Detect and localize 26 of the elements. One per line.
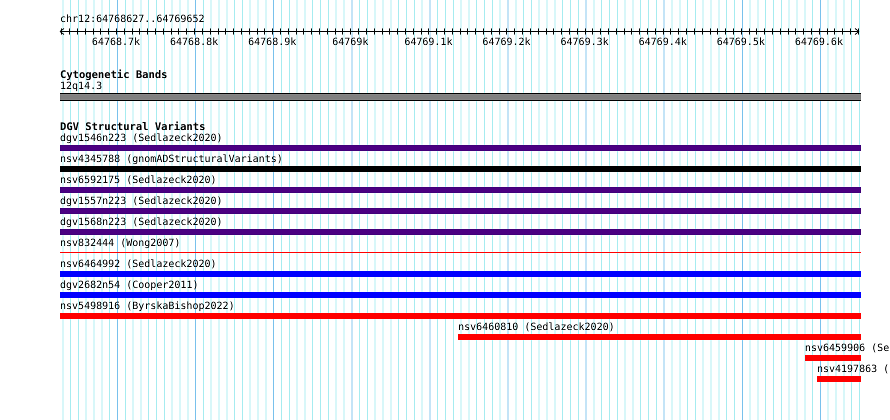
feature-label: nsv6459906 (Se: [804, 343, 890, 355]
feature-label: nsv6460810 (Sedlazeck2020): [458, 322, 615, 334]
tick-label: 64769.4k: [638, 37, 687, 48]
tick-label: 64768.9k: [248, 37, 296, 48]
feature-label: nsv6464992 (Sedlazeck2020): [60, 259, 217, 271]
tick-label: 64769.1k: [404, 37, 452, 48]
feature-label: 12q14.3: [60, 81, 102, 93]
feature-label: dgv1546n223 (Sedlazeck2020): [60, 133, 223, 145]
feature-label: nsv5498916 (ByrskaBishop2022): [60, 301, 235, 313]
tick-label: 64769.5k: [716, 37, 765, 48]
tick-label: 64769.3k: [560, 37, 609, 48]
feature-label: nsv6592175 (Sedlazeck2020): [60, 175, 217, 187]
track-title: Cytogenetic Bands: [60, 69, 168, 81]
feature-label: dgv2682n54 (Cooper2011): [60, 280, 198, 292]
feature-label: dgv1557n223 (Sedlazeck2020): [60, 196, 223, 208]
location-label: chr12:64768627..64769652: [60, 14, 204, 26]
tick-label: 64768.8k: [170, 37, 218, 48]
feature-label: nsv832444 (Wong2007): [60, 238, 180, 250]
tick-label: 64769k: [332, 37, 368, 48]
feature-label: nsv4345788 (gnomADStructuralVariants): [60, 154, 283, 166]
tick-label: 64769.6k: [794, 37, 843, 48]
feature-label: nsv4197863 (: [816, 364, 890, 376]
feature-label: dgv1568n223 (Sedlazeck2020): [60, 217, 223, 229]
tick-label: 64768.7k: [92, 37, 140, 48]
track-title: DGV Structural Variants: [60, 121, 206, 133]
tick-label: 64769.2k: [482, 37, 531, 48]
